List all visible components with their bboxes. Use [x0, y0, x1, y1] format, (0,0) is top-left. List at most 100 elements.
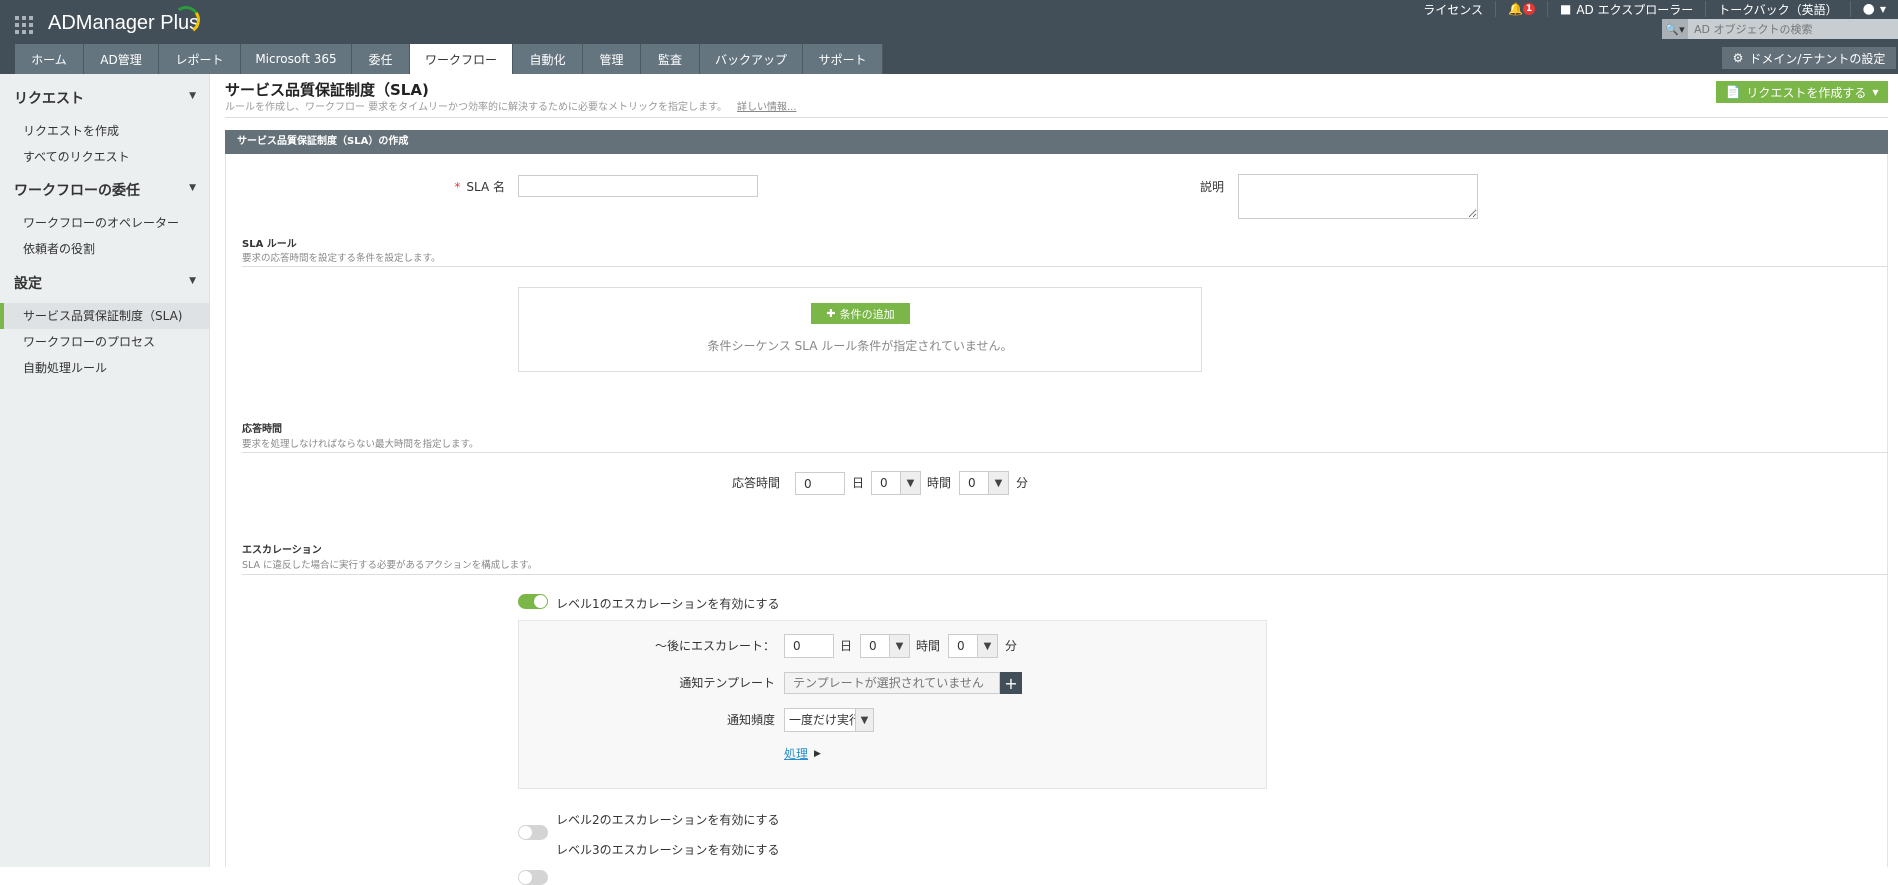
- group-title: 設定: [14, 276, 42, 292]
- chevron-down-icon: ▼: [889, 635, 909, 657]
- chevron-down-icon: ▼: [900, 472, 920, 494]
- sidebar-item-workflow-process[interactable]: ワークフローのプロセス: [0, 329, 209, 355]
- minutes-unit: 分: [1005, 639, 1018, 653]
- license-label: ライセンス: [1423, 2, 1484, 17]
- hours-value: 0: [869, 639, 877, 653]
- level1-escalation-toggle[interactable]: [518, 594, 548, 609]
- escalate-days-input[interactable]: [784, 634, 834, 658]
- sidebar-group-request[interactable]: リクエスト ▼: [14, 88, 196, 108]
- plus-icon: ✚: [826, 307, 836, 320]
- domain-settings-label: ドメイン/テナントの設定: [1749, 51, 1886, 66]
- tab-automation[interactable]: 自動化: [513, 44, 583, 74]
- notification-frequency-select[interactable]: 一度だけ実行 ▼: [784, 708, 874, 732]
- response-days-input[interactable]: [795, 472, 845, 495]
- caret-down-icon: ▼: [189, 183, 196, 193]
- description-label: 説明: [1199, 180, 1224, 194]
- notification-template-label: 通知テンプレート: [679, 676, 775, 690]
- sla-rules-desc: 要求の応答時間を設定する条件を設定します。: [242, 253, 441, 264]
- level3-escalation-toggle[interactable]: [518, 870, 548, 885]
- description-textarea[interactable]: [1238, 174, 1478, 219]
- search-icon[interactable]: 🔍▾: [1662, 19, 1688, 39]
- escalate-minutes-select[interactable]: 0 ▼: [948, 634, 998, 658]
- required-mark: *: [454, 180, 461, 194]
- tab-ad-management[interactable]: AD管理: [84, 44, 159, 74]
- divider: [242, 452, 1888, 453]
- notifications-button[interactable]: 🔔 1: [1496, 1, 1548, 17]
- group-title: ワークフローの委任: [14, 183, 140, 199]
- divider: [242, 574, 1888, 575]
- user-avatar-icon: ●: [1862, 1, 1875, 17]
- no-conditions-text: 条件シーケンス SLA ルール条件が指定されていません。: [707, 339, 1013, 353]
- notification-badge: 1: [1522, 3, 1535, 15]
- days-unit: 日: [852, 476, 865, 490]
- ad-explorer-label: AD エクスプローラー: [1576, 2, 1694, 17]
- sidebar-item-sla[interactable]: サービス品質保証制度（SLA): [0, 303, 209, 329]
- level3-escalation-label: レベル3のエスカレーションを有効にする: [556, 843, 780, 857]
- group-title: リクエスト: [14, 91, 84, 107]
- action-toggle[interactable]: 処理 ▶: [784, 745, 821, 762]
- sla-name-input[interactable]: [518, 175, 758, 197]
- sidebar-item-create-request[interactable]: リクエストを作成: [0, 118, 209, 144]
- search-input[interactable]: [1688, 19, 1898, 39]
- tab-delegation[interactable]: 委任: [352, 44, 410, 74]
- action-link[interactable]: 処理: [784, 745, 808, 762]
- sidebar: リクエスト ▼ リクエストを作成 すべてのリクエスト ワークフローの委任 ▼ ワーク…: [0, 74, 210, 867]
- ad-explorer-link[interactable]: ■ AD エクスプローラー: [1548, 1, 1707, 17]
- sidebar-item-requester-roles[interactable]: 依頼者の役割: [0, 236, 209, 262]
- user-menu[interactable]: ● ▼: [1851, 1, 1898, 17]
- minutes-value: 0: [957, 639, 965, 653]
- sidebar-item-all-requests[interactable]: すべてのリクエスト: [0, 144, 209, 170]
- folder-icon: ■: [1559, 2, 1572, 16]
- tab-support[interactable]: サポート: [803, 44, 883, 74]
- sla-name-text: SLA 名: [466, 180, 505, 194]
- sidebar-group-settings[interactable]: 設定 ▼: [14, 273, 196, 293]
- description-text: ルールを作成し、ワークフロー 要求をタイムリーかつ効率的に解決するために必要なメ…: [225, 102, 727, 113]
- tab-admin[interactable]: 管理: [583, 44, 641, 74]
- license-link[interactable]: ライセンス: [1411, 1, 1497, 17]
- document-add-icon: 📄: [1725, 85, 1741, 99]
- tab-microsoft-365[interactable]: Microsoft 365: [241, 44, 352, 74]
- response-time-title: 応答時間: [242, 424, 282, 435]
- template-input[interactable]: [784, 672, 1000, 694]
- escalate-hours-select[interactable]: 0 ▼: [860, 634, 910, 658]
- caret-down-icon: ▼: [189, 276, 196, 286]
- domain-settings-button[interactable]: ⚙ ドメイン/テナントの設定: [1722, 47, 1896, 69]
- add-condition-label: 条件の追加: [839, 307, 895, 321]
- create-request-button[interactable]: 📄 リクエストを作成する ▼: [1716, 81, 1888, 103]
- more-info-link[interactable]: 詳しい情報...: [737, 102, 797, 113]
- sidebar-item-automation-rules[interactable]: 自動処理ルール: [0, 355, 209, 381]
- talkback-link[interactable]: トークバック（英語）: [1706, 1, 1851, 17]
- chevron-down-icon: ▼: [988, 472, 1008, 494]
- chevron-down-icon: ▼: [977, 635, 997, 657]
- days-unit: 日: [840, 639, 853, 653]
- conditions-box: [518, 287, 1202, 372]
- tab-backup[interactable]: バックアップ: [700, 44, 803, 74]
- tab-home[interactable]: ホーム: [15, 44, 84, 74]
- bell-icon: 🔔: [1508, 2, 1523, 16]
- escalate-after-label: ～後にエスカレート：: [654, 639, 775, 653]
- sidebar-group-workflow-delegation[interactable]: ワークフローの委任 ▼: [14, 180, 196, 200]
- add-condition-button[interactable]: ✚ 条件の追加: [811, 303, 910, 324]
- add-template-plus-icon[interactable]: +: [1000, 672, 1022, 694]
- tab-audit[interactable]: 監査: [641, 44, 700, 74]
- top-links: ライセンス 🔔 1 ■ AD エクスプローラー トークバック（英語） ● ▼: [1411, 0, 1898, 18]
- chevron-down-icon: ▼: [1872, 87, 1879, 97]
- chevron-down-icon: ▼: [1879, 4, 1886, 14]
- hours-unit: 時間: [927, 476, 952, 490]
- hours-value: 0: [880, 476, 888, 490]
- response-hours-select[interactable]: 0 ▼: [871, 471, 921, 495]
- level2-escalation-toggle[interactable]: [518, 825, 548, 840]
- tab-workflow[interactable]: ワークフロー: [410, 44, 513, 74]
- gear-icon: ⚙: [1732, 51, 1744, 65]
- hours-unit: 時間: [916, 639, 941, 653]
- response-time-desc: 要求を処理しなければならない最大時間を指定します。: [242, 439, 479, 450]
- main-tabs: ホーム AD管理 レポート Microsoft 365 委任 ワークフロー 自動…: [15, 44, 883, 74]
- tab-reports[interactable]: レポート: [159, 44, 241, 74]
- frequency-value: 一度だけ実行: [789, 713, 855, 727]
- chevron-down-icon: ▼: [855, 709, 873, 731]
- app-grid-icon[interactable]: [15, 16, 33, 34]
- sla-name-label: * SLA 名: [400, 178, 505, 195]
- response-minutes-select[interactable]: 0 ▼: [959, 471, 1009, 495]
- ad-object-search: 🔍▾: [1662, 19, 1898, 39]
- sidebar-item-workflow-operators[interactable]: ワークフローのオペレーター: [0, 210, 209, 236]
